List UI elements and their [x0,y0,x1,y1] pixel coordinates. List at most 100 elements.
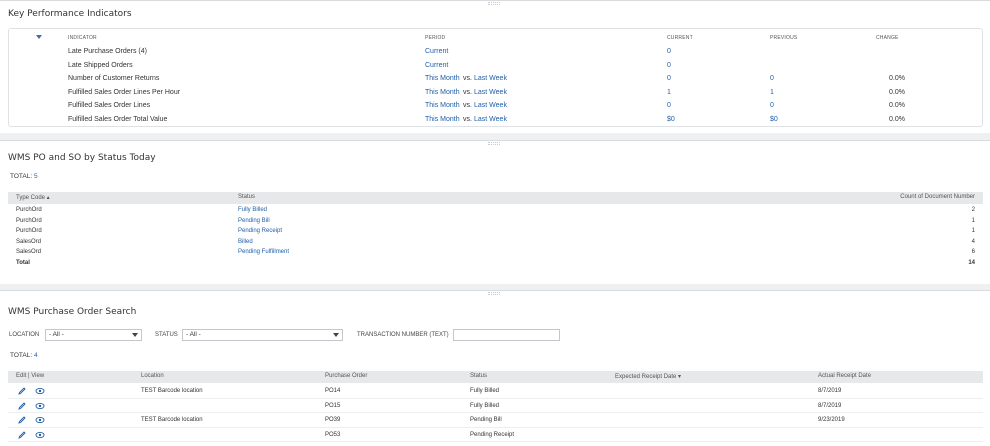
count-value: 2 [971,207,975,213]
purchase-order-cell: PO53 [325,431,341,438]
previous-value-link[interactable]: 0 [770,73,774,85]
change-value: 0.0% [889,115,905,123]
kpi-indicator: Late Shipped Orders [68,61,133,69]
current-value-link[interactable]: 1 [667,87,671,99]
pencil-icon[interactable] [17,430,27,440]
current-value-link[interactable]: 0 [667,46,671,58]
status-link[interactable]: Pending Bill [238,218,270,224]
table-row: SalesOrd Billed 4 [8,238,983,249]
transaction-number-input[interactable] [453,329,560,341]
chevron-down-icon [333,333,339,337]
header-expected-date[interactable]: Expected Receipt Date ▾ [615,373,681,380]
header-period: PERIOD [425,35,446,41]
header-previous: PREVIOUS [770,35,798,41]
header-type-code[interactable]: Type Code ▴ [16,194,50,201]
status-link[interactable]: Fully Billed [238,207,267,213]
kpi-row: Late Shipped Orders Current 0 [9,60,982,73]
table-row: PurchOrd Pending Bill 1 [8,217,983,228]
location-cell: TEST Barcode location [141,388,203,394]
location-select[interactable]: - All - [45,329,142,341]
header-indicator: INDICATOR [68,35,97,41]
kpi-row: Fulfilled Sales Order Lines Per Hour Thi… [9,87,982,100]
current-value-link[interactable]: 0 [667,60,671,72]
count-value: 6 [971,249,975,255]
table-row: TEST Barcode location PO14 Fully Billed … [8,384,983,399]
eye-icon[interactable] [35,386,45,396]
actual-date-cell: 9/23/2019 [818,417,845,423]
period-vs: vs. [463,102,472,109]
change-value: 0.0% [889,102,905,109]
type-code: SalesOrd [16,249,42,255]
triangle-down-icon[interactable] [36,35,42,39]
status-link[interactable]: Billed [238,239,253,245]
current-value-link[interactable]: 0 [667,73,671,85]
period-link[interactable]: This Month [425,87,460,99]
period-link[interactable]: This Month [425,100,460,112]
pencil-icon[interactable] [17,386,27,396]
header-current: CURRENT [667,35,693,41]
compare-period-link[interactable]: Last Week [474,114,507,126]
current-value-link[interactable]: $0 [667,114,675,126]
table-row: SalesOrd Pending Fulfillment 6 [8,248,983,259]
status-cell: Pending Bill [470,417,502,423]
previous-value-link[interactable]: 1 [770,87,774,99]
period-link[interactable]: Current [425,60,448,72]
eye-icon[interactable] [35,430,45,440]
wms-status-title: WMS PO and SO by Status Today [8,153,156,163]
kpi-row: Late Purchase Orders (4) Current 0 [9,46,982,59]
period-link[interactable]: This Month [425,73,460,85]
count-value: 4 [971,238,975,245]
table-row: PurchOrd Pending Receipt 1 [8,227,983,238]
header-actual-date[interactable]: Actual Receipt Date [818,373,871,379]
pencil-icon[interactable] [17,401,27,411]
status-link[interactable]: Pending Receipt [238,228,282,234]
compare-period-link[interactable]: Last Week [474,73,507,85]
actual-date-cell: 8/7/2019 [818,402,842,409]
header-location[interactable]: Location [141,373,164,379]
actual-date-cell: 8/7/2019 [818,388,842,394]
compare-period-link[interactable]: Last Week [474,87,507,99]
eye-icon[interactable] [35,415,45,425]
status-link[interactable]: Pending Fulfillment [238,249,289,255]
total-count: TOTAL: 4 [10,352,38,359]
status-cell: Pending Receipt [470,431,515,438]
po-search-portlet: WMS Purchase Order Search LOCATION - All… [0,290,990,446]
drag-handle[interactable] [488,2,500,5]
kpi-row: Number of Customer Returns This Month vs… [9,73,982,86]
change-value: 0.0% [889,88,905,96]
wms-status-portlet: WMS PO and SO by Status Today TOTAL: 5 T… [0,140,990,284]
current-value-link[interactable]: 0 [667,100,671,112]
kpi-portlet: Key Performance Indicators INDICATOR PER… [0,0,990,133]
header-purchase-order[interactable]: Purchase Order [325,373,367,379]
period-link[interactable]: This Month [425,114,460,126]
grid-header: Edit | View Location Purchase Order Stat… [8,371,983,383]
header-status[interactable]: Status [470,373,487,379]
drag-handle[interactable] [488,292,500,295]
chevron-down-icon [132,333,138,337]
compare-period-link[interactable]: Last Week [474,100,507,112]
previous-value-link[interactable]: 0 [770,100,774,112]
header-count[interactable]: Count of Document Number [900,194,975,200]
count-value: 1 [971,217,975,224]
type-code: PurchOrd [16,217,42,224]
total-value[interactable]: 5 [34,173,38,180]
drag-handle[interactable] [488,142,500,145]
txn-label: TRANSACTION NUMBER (TEXT) [357,332,449,338]
header-status[interactable]: Status [238,194,255,200]
location-cell: TEST Barcode location [141,417,203,423]
location-label: LOCATION [9,332,40,338]
count-value: 1 [971,228,975,234]
kpi-title: Key Performance Indicators [8,9,132,19]
eye-icon[interactable] [35,401,45,411]
pencil-icon[interactable] [17,415,27,425]
status-select[interactable]: - All - [182,329,343,341]
kpi-table: INDICATOR PERIOD CURRENT PREVIOUS CHANGE… [8,28,983,127]
period-link[interactable]: Current [425,46,448,58]
kpi-indicator: Number of Customer Returns [68,75,160,82]
type-code: PurchOrd [16,228,42,234]
previous-value-link[interactable]: $0 [770,114,778,126]
total-value[interactable]: 4 [34,352,38,359]
kpi-indicator: Late Purchase Orders (4) [68,48,147,55]
table-row: PO53 Pending Receipt [8,428,983,442]
kpi-row: Fulfilled Sales Order Lines This Month v… [9,100,982,113]
